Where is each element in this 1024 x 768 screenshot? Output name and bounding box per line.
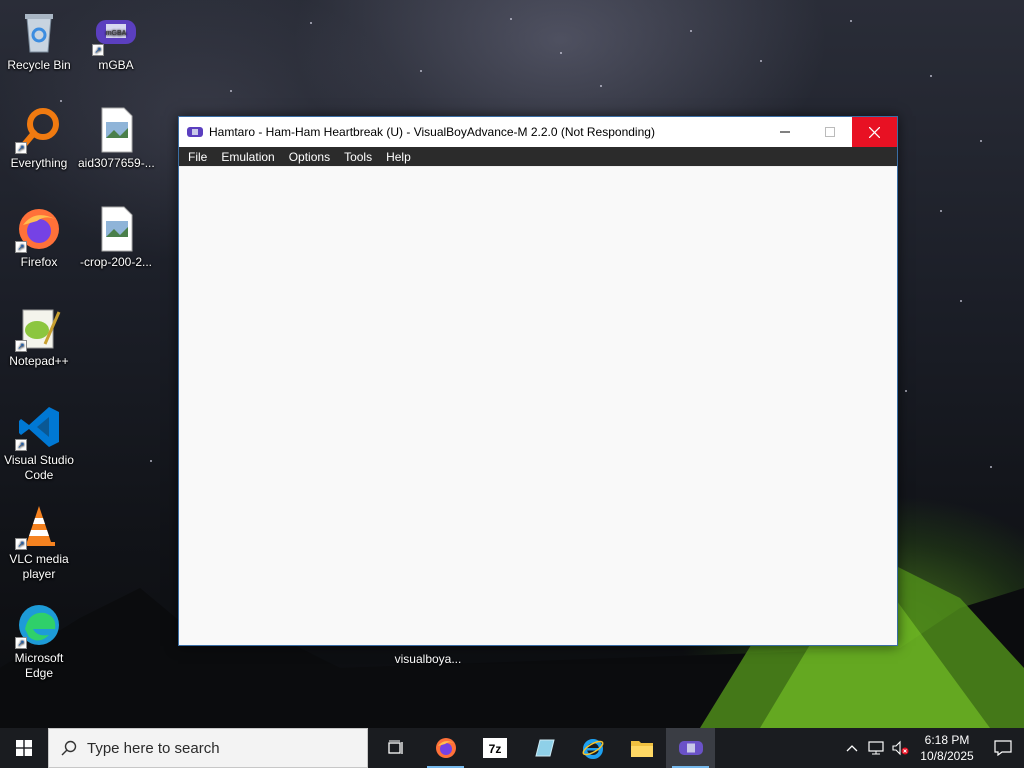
- image-file-icon: [92, 205, 140, 253]
- maximize-icon: [824, 127, 835, 137]
- taskbar: Type here to search 7z 6:18 PM 10/8/2025: [0, 728, 1024, 768]
- window-controls: [762, 117, 897, 147]
- desktop-icon-label: Everything: [10, 156, 68, 170]
- visualboyadvance-icon: [678, 741, 703, 755]
- task-view-icon: [387, 740, 403, 754]
- menu-help[interactable]: Help: [379, 147, 418, 167]
- chevron-up-icon: [846, 745, 858, 752]
- desktop-icon-label: mGBA: [98, 58, 134, 72]
- taskbar-7zip[interactable]: 7z: [470, 728, 519, 768]
- window-titlebar[interactable]: Hamtaro - Ham-Ham Heartbreak (U) - Visua…: [179, 117, 897, 147]
- menu-options[interactable]: Options: [282, 147, 337, 167]
- taskbar-app[interactable]: [519, 728, 568, 768]
- clock-date: 10/8/2025: [920, 749, 974, 763]
- image-file-icon: [92, 106, 140, 154]
- close-button[interactable]: [852, 117, 897, 147]
- shortcut-arrow-icon: ↗: [15, 538, 27, 550]
- firefox-icon: [435, 738, 456, 758]
- system-tray: 6:18 PM 10/8/2025: [840, 728, 1024, 768]
- search-icon: [61, 740, 77, 756]
- desktop-icon-visualboyadvance-label[interactable]: visualboya...: [388, 652, 468, 666]
- windows-logo-icon: [16, 740, 32, 756]
- shortcut-arrow-icon: ↗: [15, 637, 27, 649]
- ie-icon: [582, 739, 603, 759]
- desktop-icon-firefox[interactable]: ↗ Firefox: [1, 205, 77, 270]
- taskbar-search-box[interactable]: Type here to search: [48, 728, 368, 768]
- shortcut-arrow-icon: ↗: [92, 44, 104, 56]
- taskbar-internet-explorer[interactable]: [568, 728, 617, 768]
- minimize-button[interactable]: [762, 117, 807, 147]
- desktop-icon-label: Visual Studio Code: [4, 453, 74, 482]
- search-placeholder: Type here to search: [87, 739, 220, 757]
- show-hidden-icons-button[interactable]: [840, 728, 864, 768]
- desktop-icon-edge[interactable]: ↗ Microsoft Edge: [1, 601, 77, 681]
- vscode-icon: ↗: [15, 403, 63, 451]
- desktop-icon-label: Recycle Bin: [7, 58, 71, 72]
- desktop-icon-label: Notepad++: [9, 354, 69, 368]
- menu-tools[interactable]: Tools: [337, 147, 379, 167]
- desktop-icon-vlc[interactable]: ↗ VLC media player: [1, 502, 77, 582]
- minimize-icon: [779, 131, 790, 133]
- recycle-bin-icon: [15, 8, 63, 56]
- menu-bar: File Emulation Options Tools Help: [179, 147, 897, 167]
- desktop-icon-label: VLC media player: [9, 552, 69, 581]
- desktop-icon-label: Firefox: [20, 255, 58, 269]
- vlc-icon: ↗: [15, 502, 63, 550]
- everything-search-icon: ↗: [15, 106, 63, 154]
- volume-button[interactable]: [888, 728, 912, 768]
- app-icon: [534, 739, 555, 757]
- network-icon: [868, 741, 884, 755]
- desktop-icon-image-file-1[interactable]: aid3077659-...: [78, 106, 155, 171]
- shortcut-arrow-icon: ↗: [15, 142, 27, 154]
- edge-icon: ↗: [15, 601, 63, 649]
- file-explorer-icon: [630, 741, 653, 757]
- desktop-icon-label: aid3077659-...: [78, 156, 155, 170]
- desktop-icon-everything[interactable]: ↗ Everything: [1, 106, 77, 171]
- window-title: Hamtaro - Ham-Ham Heartbreak (U) - Visua…: [209, 125, 655, 139]
- desktop-icon-mgba[interactable]: mGBA ↗ mGBA: [78, 8, 154, 73]
- mgba-icon: mGBA ↗: [92, 8, 140, 56]
- taskbar-file-explorer[interactable]: [617, 728, 666, 768]
- notepadpp-icon: ↗: [15, 304, 63, 352]
- start-button[interactable]: [0, 728, 48, 768]
- shortcut-arrow-icon: ↗: [15, 241, 27, 253]
- desktop-icon-image-file-2[interactable]: -crop-200-2...: [78, 205, 154, 270]
- task-view-button[interactable]: [372, 728, 421, 768]
- desktop-icon-notepadpp[interactable]: ↗ Notepad++: [1, 304, 77, 369]
- menu-emulation[interactable]: Emulation: [214, 147, 281, 167]
- menu-file[interactable]: File: [181, 147, 214, 167]
- visualboyadvance-icon: [187, 127, 203, 137]
- svg-text:7z: 7z: [488, 742, 501, 756]
- close-icon: [869, 126, 880, 138]
- desktop-icon-vscode[interactable]: ↗ Visual Studio Code: [1, 403, 77, 483]
- emulator-display-area[interactable]: [179, 167, 897, 645]
- shortcut-arrow-icon: ↗: [15, 340, 27, 352]
- taskbar-clock[interactable]: 6:18 PM 10/8/2025: [912, 732, 982, 764]
- desktop-icon-label: Microsoft Edge: [14, 651, 64, 680]
- action-center-button[interactable]: [982, 728, 1024, 768]
- firefox-icon: ↗: [15, 205, 63, 253]
- desktop-icon-recycle-bin[interactable]: Recycle Bin: [1, 8, 77, 73]
- taskbar-visualboyadvance[interactable]: [666, 728, 715, 768]
- volume-muted-icon: [892, 740, 909, 756]
- notification-icon: [994, 740, 1012, 756]
- maximize-button[interactable]: [807, 117, 852, 147]
- taskbar-firefox[interactable]: [421, 728, 470, 768]
- shortcut-arrow-icon: ↗: [15, 439, 27, 451]
- svg-text:mGBA: mGBA: [106, 30, 127, 37]
- vba-window[interactable]: Hamtaro - Ham-Ham Heartbreak (U) - Visua…: [178, 116, 898, 646]
- clock-time: 6:18 PM: [924, 733, 970, 747]
- network-button[interactable]: [864, 728, 888, 768]
- 7zip-icon: 7z: [482, 738, 507, 758]
- desktop-icon-label: -crop-200-2...: [79, 255, 153, 269]
